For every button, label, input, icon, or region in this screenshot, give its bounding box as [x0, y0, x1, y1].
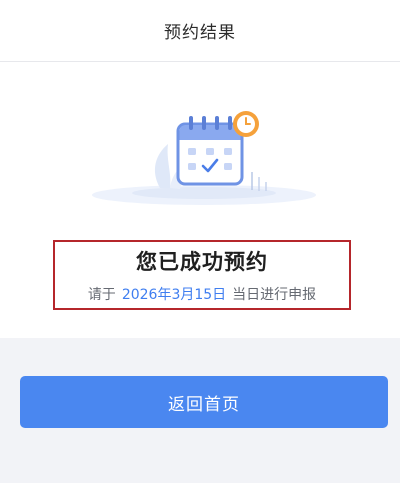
result-title: 您已成功预约	[136, 250, 268, 274]
back-home-button[interactable]: 返回首页	[20, 376, 388, 428]
page-title: 预约结果	[164, 23, 236, 43]
appointment-suffix: 当日进行申报	[232, 287, 317, 303]
appointment-info: 请于 2026年3月15日 当日进行申报	[55, 284, 349, 304]
result-highlight-box: 您已成功预约 请于 2026年3月15日 当日进行申报	[53, 240, 351, 310]
calendar-check-icon	[92, 111, 316, 205]
result-card: 您已成功预约 请于 2026年3月15日 当日进行申报	[0, 62, 400, 338]
appointment-date: 2026年3月15日	[121, 287, 227, 303]
top-bar: 预约结果	[0, 0, 400, 62]
appointment-prefix: 请于	[87, 287, 116, 303]
